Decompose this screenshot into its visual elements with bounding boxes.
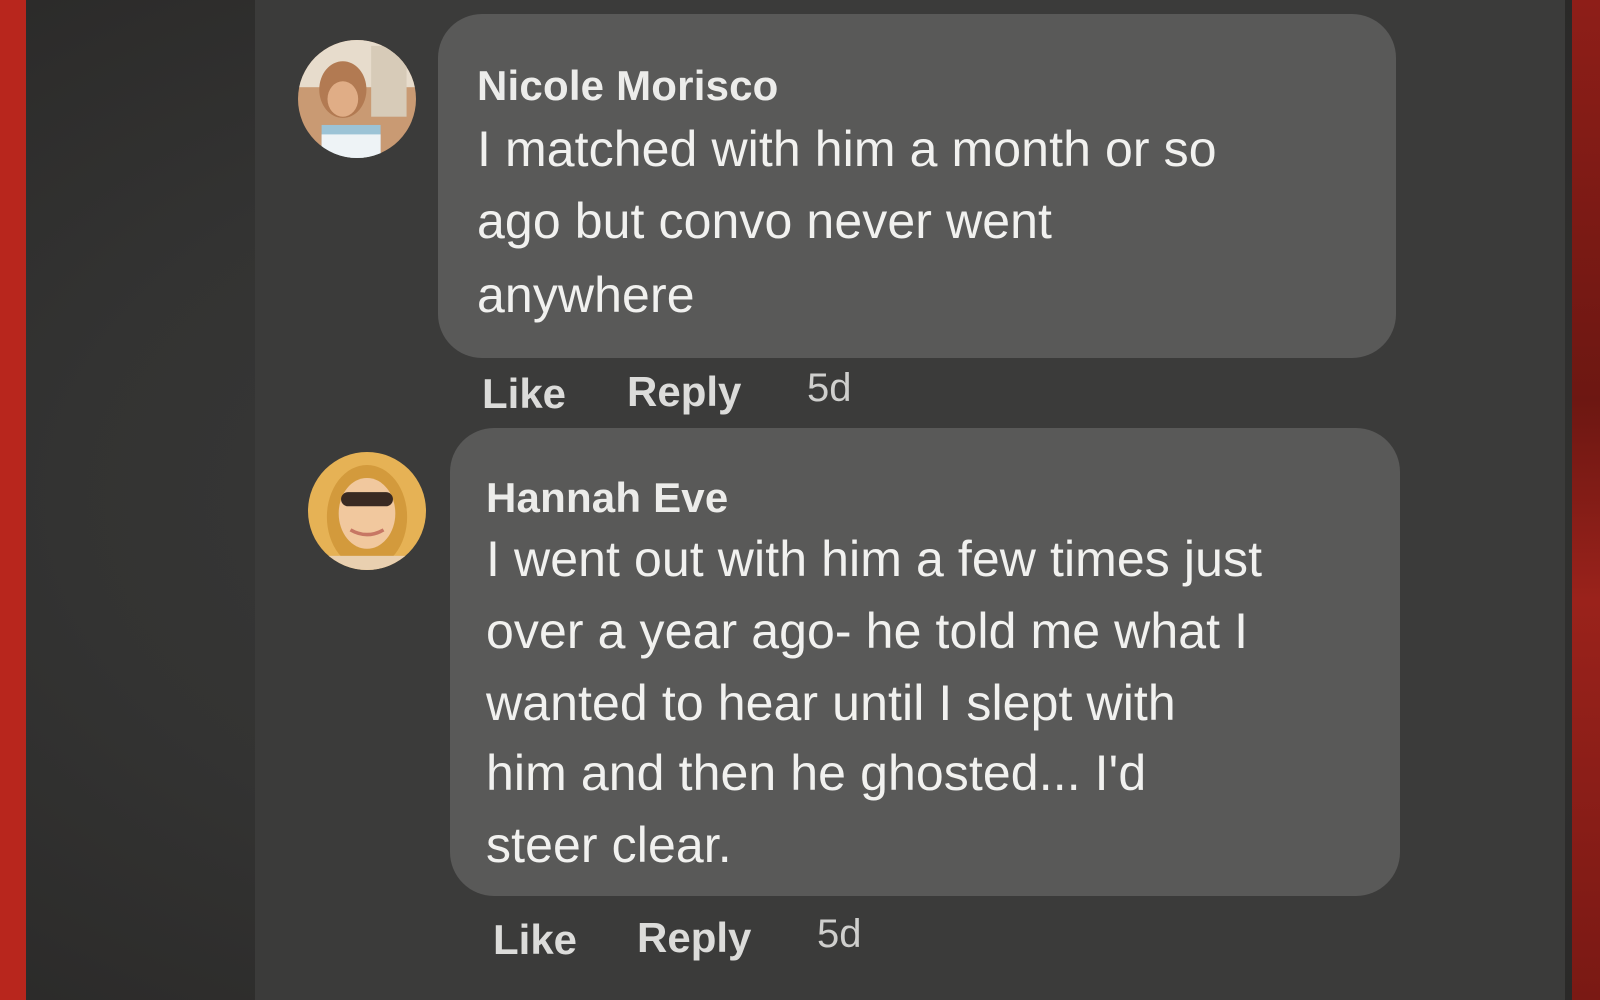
reply-button[interactable]: Reply <box>627 368 741 416</box>
like-button[interactable]: Like <box>493 916 577 964</box>
comment-text-line: over a year ago- he told me what I <box>486 603 1249 659</box>
comment-text-line: steer clear. <box>486 817 732 873</box>
avatar[interactable] <box>298 40 416 158</box>
avatar[interactable] <box>308 452 426 570</box>
comment-text-line: ago but convo never went <box>477 193 1053 249</box>
comment-text-line: anywhere <box>477 267 695 323</box>
reply-button[interactable]: Reply <box>637 914 751 962</box>
comment-author[interactable]: Nicole Morisco <box>477 62 779 110</box>
like-button[interactable]: Like <box>482 370 566 418</box>
comment-timestamp: 5d <box>807 366 852 410</box>
comment-text-line: wanted to hear until I slept with <box>486 675 1176 731</box>
comment-timestamp: 5d <box>817 912 862 956</box>
comment-text-line: I went out with him a few times just <box>486 531 1263 587</box>
comment-text-line: I matched with him a month or so <box>477 121 1217 177</box>
background-edge <box>1572 0 1600 1000</box>
profile-photo-icon <box>298 40 416 158</box>
comment-author[interactable]: Hannah Eve <box>486 474 728 522</box>
comments-panel: Nicole Morisco I matched with him a mont… <box>255 0 1565 1000</box>
comment-text-line: him and then he ghosted... I'd <box>486 745 1147 801</box>
profile-photo-icon <box>308 452 426 570</box>
